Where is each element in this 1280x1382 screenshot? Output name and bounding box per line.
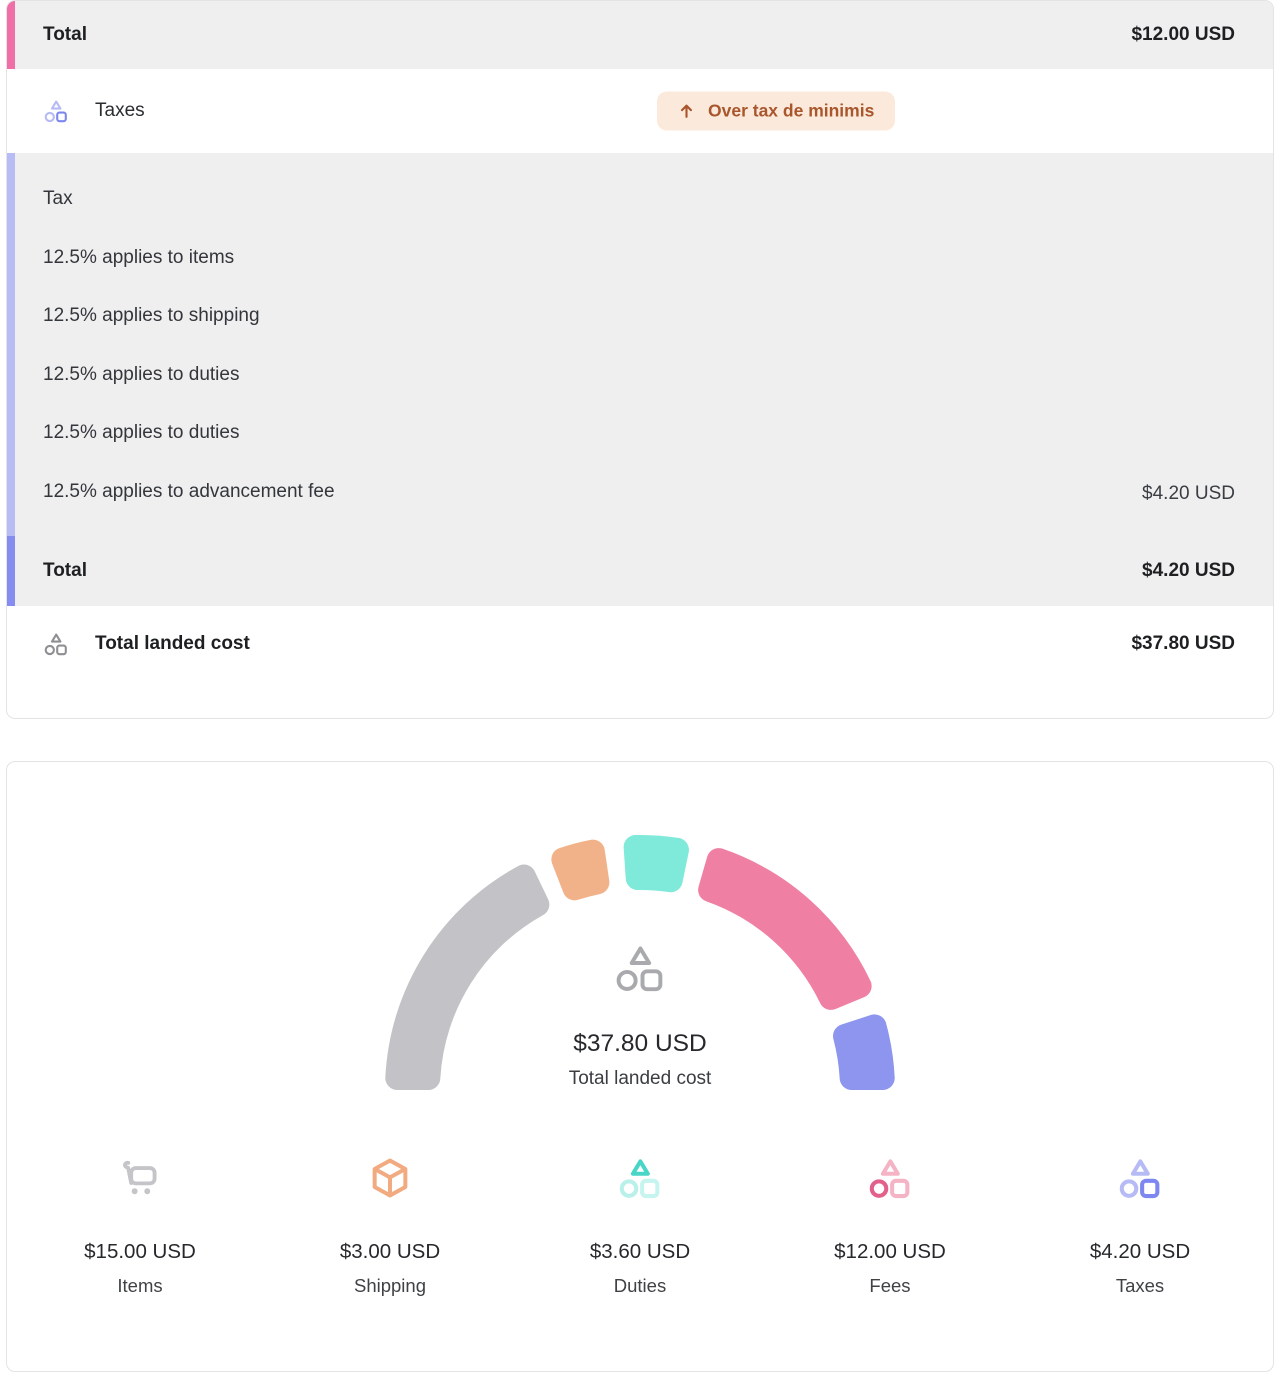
- landed-cost-label: Total landed cost: [95, 633, 250, 655]
- taxes-logo-icon: [43, 98, 69, 124]
- tax-total-amount: $4.20 USD: [1142, 560, 1235, 582]
- fees-total-label: Total: [43, 24, 87, 46]
- taxes-stat-logo-icon: [1117, 1154, 1163, 1202]
- stat-taxes-amount: $4.20 USD: [1090, 1240, 1190, 1264]
- stat-items-amount: $15.00 USD: [84, 1240, 196, 1264]
- gauge-segment-fees[interactable]: [698, 848, 872, 1010]
- package-icon: [367, 1154, 413, 1202]
- taxes-section-label: Taxes: [95, 100, 145, 122]
- landed-cost-page: Total $12.00 USD Taxes Over tax de minim…: [0, 0, 1280, 1382]
- tax-detail-line: 12.5% applies to duties: [43, 404, 1235, 463]
- stat-items: $15.00 USD Items: [15, 1154, 265, 1297]
- stat-duties: $3.60 USD Duties: [515, 1154, 765, 1297]
- taxes-section-header[interactable]: Taxes Over tax de minimis: [7, 69, 1273, 153]
- gauge-chart: [380, 802, 900, 1102]
- tax-accent-bar: [7, 536, 15, 606]
- fees-total-row: Total $12.00 USD: [7, 1, 1273, 69]
- landed-cost-logo-icon: [43, 631, 69, 657]
- stat-taxes-label: Taxes: [1116, 1275, 1164, 1297]
- stat-shipping-label: Shipping: [354, 1275, 426, 1297]
- cost-breakdown-card: Total $12.00 USD Taxes Over tax de minim…: [6, 0, 1274, 719]
- arrow-up-icon: [678, 103, 695, 120]
- badge-text: Over tax de minimis: [708, 101, 874, 122]
- tax-detail-line: Tax: [43, 170, 1235, 229]
- gauge-segment-shipping[interactable]: [551, 839, 609, 900]
- tax-accent-bar-light: [7, 153, 15, 536]
- gauge-segment-taxes[interactable]: [833, 1014, 895, 1090]
- landed-cost-amount: $37.80 USD: [1131, 633, 1235, 655]
- tax-total-label: Total: [43, 560, 87, 582]
- stat-fees-amount: $12.00 USD: [834, 1240, 946, 1264]
- cost-stats-row: $15.00 USD Items $3.00 USD Shipping: [7, 1154, 1273, 1297]
- fees-accent-bar: [7, 1, 15, 69]
- tax-rate-lines: Tax12.5% applies to items12.5% applies t…: [7, 153, 1273, 536]
- tax-details-block: Tax12.5% applies to items12.5% applies t…: [7, 153, 1273, 606]
- tax-total-row: Total $4.20 USD: [7, 536, 1273, 606]
- stat-shipping-amount: $3.00 USD: [340, 1240, 440, 1264]
- stat-taxes: $4.20 USD Taxes: [1015, 1154, 1265, 1297]
- stat-items-label: Items: [117, 1275, 162, 1297]
- tax-subtotal-amount: $4.20 USD: [1142, 483, 1235, 505]
- fees-logo-icon: [867, 1154, 913, 1202]
- stat-fees-label: Fees: [869, 1275, 910, 1297]
- stat-duties-amount: $3.60 USD: [590, 1240, 690, 1264]
- landed-cost-chart-card: $37.80 USD Total landed cost $15.00 USD …: [6, 761, 1274, 1372]
- tax-detail-line: 12.5% applies to duties: [43, 346, 1235, 405]
- stat-shipping: $3.00 USD Shipping: [265, 1154, 515, 1297]
- over-tax-de-minimis-badge[interactable]: Over tax de minimis: [657, 92, 895, 131]
- stat-duties-label: Duties: [614, 1275, 666, 1297]
- duties-logo-icon: [617, 1154, 663, 1202]
- total-landed-cost-row: Total landed cost $37.80 USD: [7, 606, 1273, 718]
- gauge-segment-items[interactable]: [385, 864, 549, 1089]
- stat-fees: $12.00 USD Fees: [765, 1154, 1015, 1297]
- fees-total-amount: $12.00 USD: [1131, 24, 1235, 46]
- tax-detail-line: 12.5% applies to advancement fee: [43, 463, 1235, 522]
- gauge-chart-wrap: $37.80 USD Total landed cost: [380, 802, 900, 1102]
- cart-icon: [117, 1154, 163, 1202]
- gauge-segment-duties[interactable]: [624, 835, 689, 892]
- tax-detail-line: 12.5% applies to shipping: [43, 287, 1235, 346]
- tax-detail-line: 12.5% applies to items: [43, 229, 1235, 288]
